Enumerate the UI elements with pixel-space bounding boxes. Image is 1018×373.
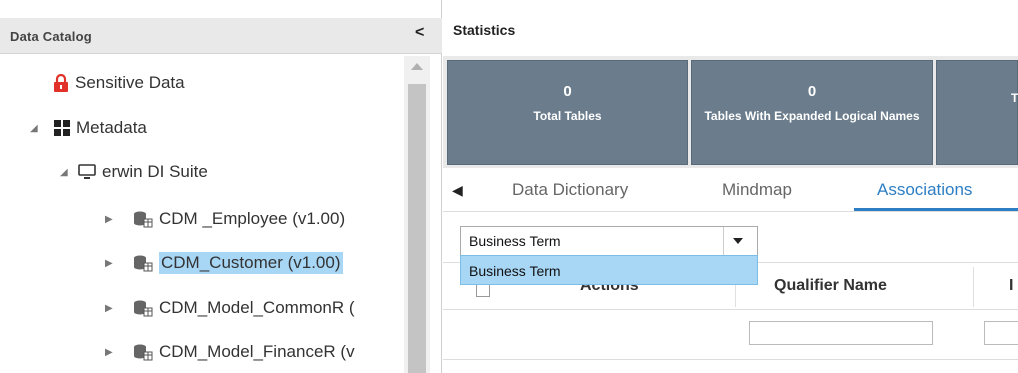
tree-item-label: CDM _Employee (v1.00) xyxy=(159,209,346,228)
stat-card-expanded-logical-names: 0 Tables With Expanded Logical Names xyxy=(691,60,933,165)
dropdown-option[interactable]: Business Term xyxy=(460,255,758,285)
dropdown-option-label: Business Term xyxy=(469,263,561,279)
model-icon xyxy=(133,210,153,228)
stat-card-total-tables: 0 Total Tables xyxy=(447,60,688,165)
column-filter-input[interactable] xyxy=(984,321,1018,345)
tabs-scroll-left-icon[interactable]: ◀ xyxy=(452,182,463,199)
page-title: Statistics xyxy=(453,22,516,38)
tree-item-label: erwin DI Suite xyxy=(102,162,208,181)
select-all-checkbox[interactable] xyxy=(476,283,490,297)
monitor-icon xyxy=(78,164,96,180)
tab-bar: ◀ Data Dictionary Mindmap Associations xyxy=(443,170,1018,212)
expand-arrow-icon[interactable]: ◢ xyxy=(30,123,44,134)
tab-associations[interactable]: Associations xyxy=(875,180,974,200)
column-divider xyxy=(973,267,974,307)
column-header-qualifier-name[interactable]: Qualifier Name xyxy=(774,277,887,295)
stat-value: 0 xyxy=(563,83,572,100)
stat-value: 0 xyxy=(807,83,817,100)
select-value: Business Term xyxy=(469,233,561,249)
stat-card-partial: T xyxy=(936,60,1018,165)
panel-title: Data Catalog xyxy=(10,29,92,44)
tree-item-label: Metadata xyxy=(76,118,147,137)
tab-mindmap[interactable]: Mindmap xyxy=(720,180,794,200)
column-header-partial[interactable]: I xyxy=(1009,277,1013,295)
expand-arrow-icon[interactable]: ▶ xyxy=(105,214,119,225)
tree-item-erwin-di-suite[interactable]: ◢ erwin DI Suite xyxy=(60,157,208,187)
tab-data-dictionary[interactable]: Data Dictionary xyxy=(510,180,630,200)
active-tab-indicator xyxy=(854,208,1018,211)
tree-item-sensitive-data[interactable]: Sensitive Data xyxy=(53,68,185,98)
tree-item-model-selected[interactable]: ▶ CDM_Customer (v1.00) xyxy=(105,248,343,278)
qualifier-name-filter-input[interactable] xyxy=(749,321,933,345)
model-icon xyxy=(133,254,153,272)
grid-filter-row xyxy=(443,310,1018,360)
association-type-select[interactable]: Business Term xyxy=(460,226,758,256)
tree-item-metadata[interactable]: ◢ Metadata xyxy=(30,113,147,143)
stat-label: Tables With Expanded Logical Names xyxy=(704,109,920,123)
grid-icon xyxy=(54,120,70,136)
scrollbar-thumb[interactable] xyxy=(408,84,426,373)
model-icon xyxy=(133,299,153,317)
tree-item-label: CDM_Customer (v1.00) xyxy=(159,252,343,274)
catalog-tree: Sensitive Data ◢ Metadata ◢ erwin DI Sui… xyxy=(0,56,404,373)
statistics-panel: Statistics 0 Total Tables 0 Tables With … xyxy=(443,0,1018,373)
tree-item-label: CDM_Model_FinanceR (v xyxy=(159,342,355,361)
tree-item-label: CDM_Model_CommonR ( xyxy=(159,298,355,317)
tree-item-model[interactable]: ▶ CDM_Model_CommonR ( xyxy=(105,293,355,323)
expand-arrow-icon[interactable]: ▶ xyxy=(105,258,119,269)
tree-scrollbar[interactable] xyxy=(404,56,430,373)
statistics-header: Statistics xyxy=(443,18,1018,42)
expand-arrow-icon[interactable]: ▶ xyxy=(105,303,119,314)
stat-label: Total Tables xyxy=(533,109,602,123)
chevron-down-icon[interactable] xyxy=(733,238,743,244)
stat-label: T xyxy=(1011,91,1018,105)
tree-item-model[interactable]: ▶ CDM _Employee (v1.00) xyxy=(105,204,345,234)
expand-arrow-icon[interactable]: ▶ xyxy=(105,347,119,358)
lock-icon xyxy=(53,74,69,92)
tree-item-label: Sensitive Data xyxy=(75,73,185,92)
tree-item-model[interactable]: ▶ CDM_Model_FinanceR (v xyxy=(105,337,355,367)
collapse-panel-icon[interactable]: < xyxy=(415,24,424,42)
scroll-up-icon[interactable] xyxy=(411,63,423,70)
data-catalog-panel: Data Catalog < Sensitive Data ◢ Metadata… xyxy=(0,0,442,373)
data-catalog-header: Data Catalog < xyxy=(0,18,442,54)
model-icon xyxy=(133,343,153,361)
expand-arrow-icon[interactable]: ◢ xyxy=(60,167,74,178)
